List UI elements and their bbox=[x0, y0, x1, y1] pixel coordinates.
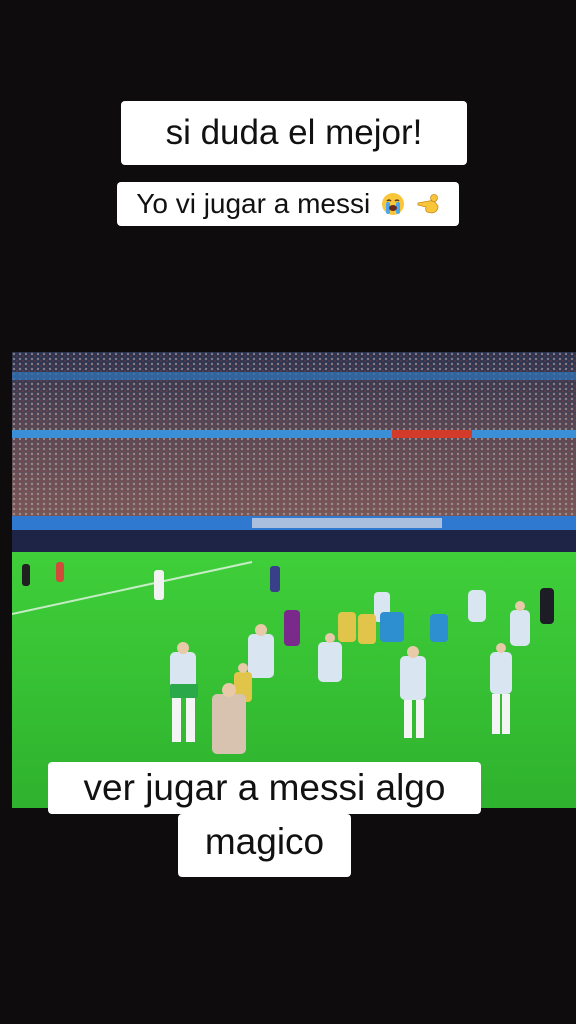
sideline-area bbox=[12, 530, 576, 552]
video-frame: si duda el mejor! Yo vi jugar a messi ve… bbox=[0, 0, 576, 1024]
middle-led-banner bbox=[12, 430, 576, 438]
caption-bottom-line1-text: ver jugar a messi algo bbox=[83, 767, 446, 808]
pointing-hand-emoji-icon bbox=[417, 194, 439, 214]
caption-second: Yo vi jugar a messi bbox=[117, 182, 459, 226]
caption-top: si duda el mejor! bbox=[121, 101, 467, 165]
caption-second-text: Yo vi jugar a messi bbox=[136, 188, 371, 219]
caption-bottom-line1: ver jugar a messi algo bbox=[48, 762, 481, 814]
tv-screen-football-match bbox=[12, 352, 576, 808]
caption-top-text: si duda el mejor! bbox=[165, 113, 423, 152]
upper-led-banner bbox=[12, 372, 576, 380]
stadium-scene bbox=[12, 352, 576, 808]
caption-bottom-line2-text: magico bbox=[204, 821, 325, 862]
crying-face-emoji-icon bbox=[381, 193, 404, 215]
caption-bottom-line2: magico bbox=[178, 814, 351, 877]
